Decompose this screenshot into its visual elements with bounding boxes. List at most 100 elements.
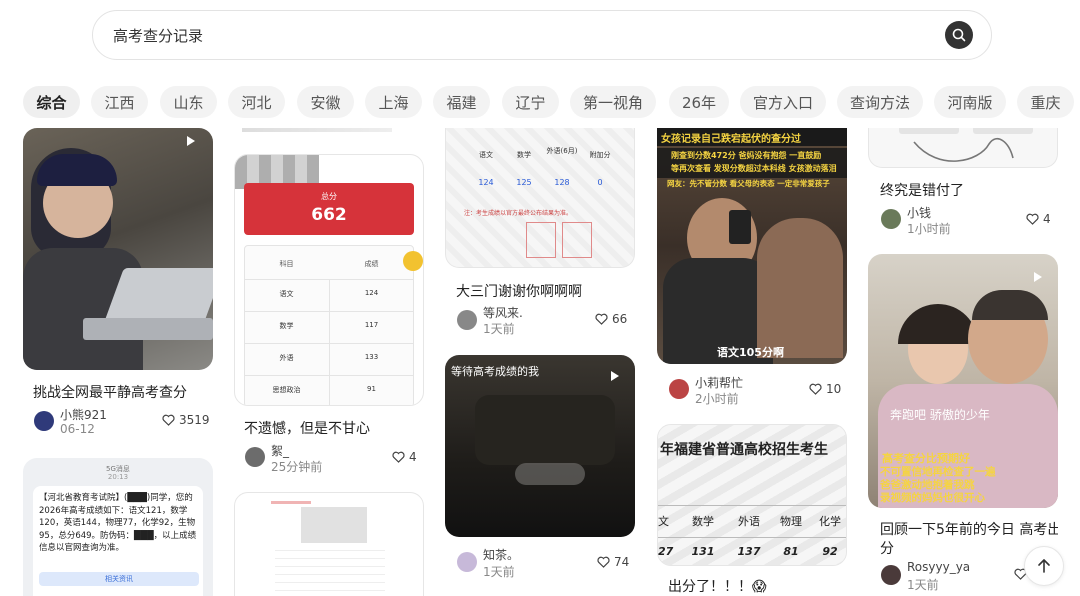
note-time: 1天前	[907, 578, 939, 592]
note-card[interactable]: 5G消息 20:13 【河北省教育考试院】(███)同学，您的2026年高考成绩…	[23, 458, 213, 596]
news-banner: 女孩记录自己跌宕起伏的查分过	[661, 134, 801, 145]
tab-first-person[interactable]: 第一视角	[570, 86, 656, 118]
note-cover-image[interactable]: 年福建省普通高校招生考生 文 数学 外语 物理 化学 27 131 137 81…	[657, 424, 847, 566]
heart-icon	[595, 313, 608, 325]
note-author[interactable]: 知茶。	[483, 546, 519, 563]
table-cell: 81	[783, 545, 799, 558]
avatar[interactable]	[457, 552, 477, 572]
note-card[interactable]: 女孩记录自己跌宕起伏的查分过 刚查到分数472分 爸妈没有抱怨 一直鼓励 等再次…	[657, 128, 847, 408]
note-title[interactable]: 终究是错付了	[880, 180, 964, 200]
tab-query-method[interactable]: 查询方法	[837, 86, 923, 118]
note-card[interactable]: 总分 662 科目 成绩 语文 124 数学 117 外语 133 思想政治 9…	[234, 128, 424, 478]
note-author[interactable]: 等风来.	[483, 304, 523, 321]
note-cover-image[interactable]: 奔跑吧 骄傲的少年 高考查分比预期好 不可置信地再检查了一遍 爸爸激动地抱着我跳…	[868, 254, 1058, 508]
heart-icon	[809, 383, 822, 395]
tab-shanghai[interactable]: 上海	[365, 86, 422, 118]
note-time: 2小时前	[695, 392, 739, 406]
like-count: 4	[409, 450, 417, 464]
note-card[interactable]: 奔跑吧 骄傲的少年 高考查分比预期好 不可置信地再检查了一遍 爸爸激动地抱着我跳…	[868, 254, 1058, 596]
tab-anhui[interactable]: 安徽	[297, 86, 354, 118]
table-header: 科目	[279, 260, 294, 268]
like-button[interactable]: 10	[809, 382, 841, 396]
note-title-line2[interactable]: 分	[880, 538, 894, 558]
note-cover-image[interactable]: 女孩记录自己跌宕起伏的查分过 刚查到分数472分 爸妈没有抱怨 一直鼓励 等再次…	[657, 128, 847, 364]
search-button[interactable]	[945, 21, 973, 49]
table-header: 附加分	[589, 151, 611, 159]
note-cover-image[interactable]	[234, 492, 424, 596]
table-header: 文	[658, 515, 669, 528]
table-header: 数学	[517, 151, 531, 159]
note-card[interactable]	[234, 492, 424, 596]
table-cell: 137	[737, 545, 761, 558]
tab-hebei[interactable]: 河北	[228, 86, 285, 118]
tab-shandong[interactable]: 山东	[160, 86, 217, 118]
avatar[interactable]	[881, 565, 901, 585]
note-cover-image[interactable]: 等待高考成绩的我	[445, 355, 635, 537]
search-bar[interactable]: 高考查分记录	[92, 10, 992, 60]
tab-official-entry[interactable]: 官方入口	[740, 86, 826, 118]
note-time: 1小时前	[907, 222, 951, 236]
table-cell: 数学	[279, 322, 294, 330]
heart-icon	[597, 556, 610, 568]
note-card[interactable]: 语文 数学 外语(6月) 附加分 124 125 128 0 注：考生成绩以官方…	[445, 128, 635, 338]
news-banner: 刚查到分数472分 爸妈没有抱怨 一直鼓励	[671, 151, 822, 160]
table-header: 化学	[819, 515, 841, 528]
table-cell: 92	[822, 545, 838, 558]
stamp-icon	[526, 222, 556, 258]
like-count: 10	[826, 382, 842, 396]
note-cover-image[interactable]: 5G消息 20:13 【河北省教育考试院】(███)同学，您的2026年高考成绩…	[23, 458, 213, 596]
note-card[interactable]: 挑战全网最平静高考查分 小熊921 06-12 3519	[23, 128, 213, 438]
table-title: 年福建省普通高校招生考生	[660, 442, 828, 458]
like-button[interactable]: 66	[595, 312, 627, 326]
table-cell: 思想政治	[272, 386, 301, 394]
table-cell: 91	[367, 385, 376, 393]
avatar[interactable]	[457, 310, 477, 330]
tab-henan-version[interactable]: 河南版	[934, 86, 1006, 118]
tab-jiangxi[interactable]: 江西	[91, 86, 148, 118]
note-author[interactable]: 絮_	[271, 442, 289, 459]
note-title[interactable]: 出分了！！！😱	[668, 576, 767, 596]
note-card[interactable]: 年福建省普通高校招生考生 文 数学 外语 物理 化学 27 131 137 81…	[657, 424, 847, 596]
note-author[interactable]: 小熊921	[60, 406, 107, 423]
tab-fujian[interactable]: 福建	[433, 86, 490, 118]
note-time: 1天前	[483, 565, 515, 579]
tab-comprehensive[interactable]: 综合	[23, 86, 80, 118]
back-to-top-button[interactable]	[1024, 546, 1064, 586]
like-button[interactable]: 4	[392, 450, 417, 464]
note-title[interactable]: 不遗憾，但是不甘心	[244, 418, 370, 438]
avatar[interactable]	[669, 379, 689, 399]
note-author[interactable]: 小莉帮忙	[695, 374, 743, 391]
tab-liaoning[interactable]: 辽宁	[502, 86, 559, 118]
score-label: 总分	[321, 192, 337, 201]
note-title[interactable]: 回顾一下5年前的今日 高考出	[880, 519, 1058, 539]
like-button[interactable]: 3519	[162, 413, 210, 427]
note-title[interactable]: 大三门谢谢你啊啊啊	[456, 281, 582, 301]
note-author[interactable]: Rosyyy_ya	[907, 560, 970, 574]
avatar[interactable]	[881, 209, 901, 229]
score-note: 注：考生成绩以官方最终公布结果为准。	[464, 210, 573, 217]
table-header: 语文	[479, 151, 493, 159]
video-caption: 语文105分啊	[717, 346, 784, 359]
note-author[interactable]: 小钱	[907, 204, 931, 221]
avatar[interactable]	[245, 447, 265, 467]
stamp-icon	[562, 222, 592, 258]
note-title[interactable]: 挑战全网最平静高考查分	[33, 382, 187, 402]
tab-26-year[interactable]: 26年	[669, 86, 729, 118]
heart-icon	[1026, 213, 1039, 225]
like-button[interactable]: 4	[1026, 212, 1051, 226]
note-card[interactable]: 终究是错付了 小钱 1小时前 4	[868, 128, 1058, 238]
sms-text: 【河北省教育考试院】(███)同学，您的2026年高考成绩如下：语文121，数学…	[39, 493, 197, 553]
like-button[interactable]: 74	[597, 555, 629, 569]
table-cell: 117	[364, 321, 379, 329]
note-cover-image[interactable]	[868, 128, 1058, 168]
note-cover-image[interactable]: 总分 662 科目 成绩 语文 124 数学 117 外语 133 思想政治 9…	[234, 154, 424, 406]
tab-chongqing[interactable]: 重庆	[1017, 86, 1074, 118]
table-cell: 124	[364, 289, 379, 297]
note-cover-image[interactable]	[23, 128, 213, 370]
play-icon	[611, 371, 619, 381]
avatar[interactable]	[34, 411, 54, 431]
note-card[interactable]: 等待高考成绩的我 知茶。 1天前 74	[445, 355, 635, 596]
search-input[interactable]: 高考查分记录	[113, 25, 203, 46]
note-cover-image[interactable]: 语文 数学 外语(6月) 附加分 124 125 128 0 注：考生成绩以官方…	[445, 128, 635, 268]
table-cell: 128	[554, 178, 570, 187]
